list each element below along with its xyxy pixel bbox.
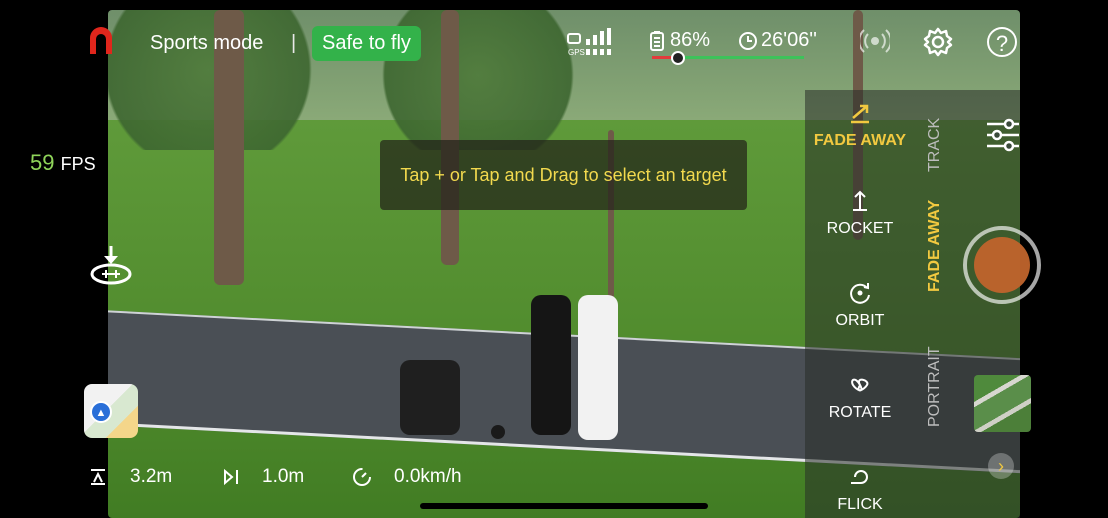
flick-icon: [851, 470, 868, 484]
fps-label: FPS: [60, 154, 96, 174]
fps-indicator: 59 FPS: [30, 150, 96, 176]
speed-readout: 0.0km/h: [352, 466, 462, 488]
fps-value: 59: [30, 150, 55, 175]
mode-label: ROCKET: [826, 220, 894, 237]
home-indicator[interactable]: [420, 503, 708, 509]
obstacle-sensor-icon[interactable]: [860, 26, 890, 56]
chevron-right-icon[interactable]: ›: [988, 453, 1014, 479]
help-icon[interactable]: ?: [987, 27, 1017, 57]
person-standing: [578, 295, 618, 440]
speed-value: 0.0km/h: [394, 466, 462, 487]
sliders-icon[interactable]: [985, 118, 1021, 152]
mode-flick[interactable]: FLICK: [805, 464, 915, 514]
shooting-category-tabs: TRACK FADE AWAY PORTRAIT: [910, 110, 960, 470]
tab-fade-away[interactable]: FADE AWAY: [926, 200, 944, 292]
mode-orbit[interactable]: ORBIT: [805, 280, 915, 330]
clock-icon: [739, 32, 757, 50]
person-standing: [531, 295, 571, 435]
shutter-button[interactable]: [963, 226, 1041, 304]
mode-label: FADE AWAY: [813, 132, 907, 149]
target-hint-text: Tap + or Tap and Drag to select an targe…: [400, 164, 727, 185]
drone-camera-screen: Sports mode | Safe to fly GPS 86% 26'06'…: [0, 0, 1108, 518]
altitude-icon: [91, 469, 105, 485]
altitude-readout: 3.2m: [88, 466, 172, 488]
navigation-arrow-icon: ▲: [90, 401, 112, 423]
minimap-button[interactable]: ▲: [84, 384, 138, 438]
gallery-thumbnail[interactable]: [974, 375, 1031, 432]
gps-signal-icon[interactable]: GPS: [566, 28, 622, 58]
return-home-marker: [671, 51, 685, 65]
battery-icon: [650, 31, 664, 51]
distance-readout: 1.0m: [222, 466, 304, 488]
drone-on-ground: [491, 425, 505, 439]
mode-fade-away[interactable]: FADE AWAY: [805, 100, 915, 150]
rotate-icon: [851, 378, 869, 392]
shot-mode-list: FADE AWAY ROCKET ORBIT ROTATE FLICK: [805, 90, 915, 518]
distance-value: 1.0m: [262, 466, 305, 487]
header-divider: |: [291, 32, 297, 54]
flight-mode-label[interactable]: Sports mode: [150, 32, 263, 55]
mode-rocket[interactable]: ROCKET: [805, 188, 915, 238]
mode-label: ORBIT: [835, 312, 885, 329]
distance-icon: [224, 468, 238, 486]
safe-to-fly-button[interactable]: Safe to fly: [312, 26, 421, 61]
mode-rotate[interactable]: ROTATE: [805, 372, 915, 422]
tab-track[interactable]: TRACK: [926, 118, 944, 172]
target-hint-banner: Tap + or Tap and Drag to select an targe…: [380, 140, 747, 210]
shutter-inner: [974, 237, 1030, 293]
orbit-icon: [850, 283, 870, 304]
svg-text:GPS: GPS: [568, 48, 585, 57]
flight-time: 26'06'': [761, 29, 817, 51]
land-icon[interactable]: [88, 244, 134, 286]
app-logo-icon[interactable]: [86, 26, 116, 56]
mode-label: FLICK: [837, 496, 883, 513]
battery-percent: 86%: [670, 29, 711, 51]
tree-trunk: [441, 10, 459, 265]
person-sitting: [400, 360, 460, 435]
fade-away-icon: [851, 104, 869, 124]
rocket-icon: [853, 190, 867, 211]
altitude-value: 3.2m: [130, 466, 173, 487]
speedometer-icon: [353, 468, 371, 486]
mode-label: ROTATE: [828, 404, 892, 421]
tab-portrait[interactable]: PORTRAIT: [926, 346, 944, 427]
gear-icon[interactable]: [923, 27, 953, 57]
